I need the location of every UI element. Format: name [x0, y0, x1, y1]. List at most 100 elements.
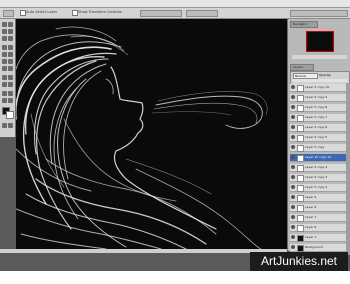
layer-thumbnail [297, 135, 304, 142]
layer-thumbnail [297, 85, 304, 92]
layer-name: Layer 5 copy 7 [305, 115, 328, 119]
align-buttons[interactable] [140, 10, 182, 17]
lock-row[interactable] [293, 79, 347, 82]
layer-name: Layer 5 copy 9 [305, 95, 328, 99]
notes-tool-icon[interactable] [2, 91, 7, 96]
distribute-buttons[interactable] [186, 10, 218, 17]
layer-row[interactable]: Layer 15 copy 14 [290, 154, 346, 162]
hair-artwork [16, 26, 268, 249]
visibility-eye-icon[interactable] [291, 135, 295, 139]
layer-row[interactable]: Layer 5 copy 8 [290, 104, 346, 112]
options-bar: Auto-Select Layer Show Transform Control… [0, 8, 350, 19]
layer-row[interactable]: Layer 5 copy 10 [290, 84, 346, 92]
visibility-eye-icon[interactable] [291, 195, 295, 199]
layer-row[interactable]: Layer 5 copy 6 [290, 124, 346, 132]
layer-name: Layer 9 [305, 195, 317, 199]
opacity-label: Opacity: [319, 73, 332, 77]
layer-thumbnail [297, 105, 304, 112]
dodge-tool-icon[interactable] [8, 66, 13, 71]
layer-name: Layer 5 copy 8 [305, 105, 328, 109]
layers-scrollbar[interactable] [346, 83, 350, 255]
layers-panel-header: Normal Opacity: [290, 71, 350, 85]
navigator-thumbnail[interactable] [306, 31, 334, 52]
layer-name: Layer 5 copy 2 [305, 185, 328, 189]
brush-tool-icon[interactable] [8, 45, 13, 50]
background-color-swatch[interactable] [6, 111, 14, 119]
layer-thumbnail [297, 205, 304, 212]
visibility-eye-icon[interactable] [291, 235, 295, 239]
panel-dock: Navigator Layers Normal Opacity: Layer 5… [287, 19, 350, 263]
document-canvas[interactable] [16, 19, 287, 249]
layer-name: Layer 5 copy 5 [305, 135, 328, 139]
layer-name: Layer 5 copy 3 [305, 175, 328, 179]
layer-row[interactable]: Layer 5 copy 5 [290, 134, 346, 142]
visibility-eye-icon[interactable] [291, 85, 295, 89]
layer-thumbnail [297, 125, 304, 132]
visibility-eye-icon[interactable] [291, 105, 295, 109]
shape-tool-icon[interactable] [8, 82, 13, 87]
screen-mode-icon[interactable] [8, 123, 13, 128]
layer-row[interactable]: Layer 5 copy 3 [290, 174, 346, 182]
layer-name: Layer 5 copy 6 [305, 125, 328, 129]
quick-mask-icon[interactable] [2, 123, 7, 128]
layer-thumbnail [297, 95, 304, 102]
visibility-eye-icon[interactable] [291, 205, 295, 209]
move-tool-preset[interactable] [3, 10, 14, 17]
layers-tab[interactable]: Layers [290, 64, 314, 71]
hand-tool-icon[interactable] [2, 98, 7, 103]
visibility-eye-icon[interactable] [291, 245, 295, 249]
move-tool-icon[interactable] [2, 22, 7, 27]
layer-name: Layer 1 [305, 235, 317, 239]
type-tool-icon[interactable] [8, 75, 13, 80]
layer-row[interactable]: Layer 5 copy 7 [290, 114, 346, 122]
visibility-eye-icon[interactable] [291, 225, 295, 229]
layer-name: Layer 6 [305, 225, 317, 229]
layer-thumbnail [297, 165, 304, 172]
visibility-eye-icon[interactable] [291, 215, 295, 219]
layer-name: Layer 5 copy 4 [305, 165, 328, 169]
menu-bar[interactable] [0, 0, 350, 13]
layer-name: Layer 8 [305, 205, 317, 209]
visibility-eye-icon[interactable] [291, 115, 295, 119]
blur-tool-icon[interactable] [2, 66, 7, 71]
layer-row[interactable]: Layer 6 [290, 224, 346, 232]
clone-stamp-icon[interactable] [2, 52, 7, 57]
workspace-switcher[interactable] [290, 10, 348, 17]
layer-thumbnail [297, 145, 304, 152]
layer-row[interactable]: Layer 9 [290, 194, 346, 202]
layer-name: Layer 15 copy 14 [305, 155, 332, 159]
layer-row[interactable]: Layer 8 [290, 204, 346, 212]
layer-row[interactable]: Layer 1 [290, 234, 346, 242]
eyedropper-icon[interactable] [8, 91, 13, 96]
healing-brush-icon[interactable] [2, 45, 7, 50]
history-brush-icon[interactable] [8, 52, 13, 57]
layer-row[interactable]: Background [290, 244, 346, 252]
layer-thumbnail [297, 195, 304, 202]
lasso-tool-icon[interactable] [2, 29, 7, 34]
visibility-eye-icon[interactable] [291, 145, 295, 149]
layer-row[interactable]: Layer 7 [290, 214, 346, 222]
visibility-eye-icon[interactable] [291, 175, 295, 179]
layer-row[interactable]: Layer 5 copy 2 [290, 184, 346, 192]
visibility-eye-icon[interactable] [291, 165, 295, 169]
magic-wand-icon[interactable] [8, 29, 13, 34]
bottom-margin [0, 271, 350, 284]
slice-tool-icon[interactable] [8, 36, 13, 41]
visibility-eye-icon[interactable] [291, 185, 295, 189]
eraser-tool-icon[interactable] [2, 59, 7, 64]
layer-row[interactable]: Layer 5 copy 4 [290, 164, 346, 172]
marquee-tool-icon[interactable] [8, 22, 13, 27]
zoom-tool-icon[interactable] [8, 98, 13, 103]
visibility-eye-icon[interactable] [291, 95, 295, 99]
crop-tool-icon[interactable] [2, 36, 7, 41]
visibility-eye-icon[interactable] [291, 125, 295, 129]
layer-row[interactable]: Layer 5 copy 9 [290, 94, 346, 102]
pen-tool-icon[interactable] [2, 75, 7, 80]
navigator-zoom-slider[interactable] [292, 55, 347, 59]
layer-thumbnail [297, 115, 304, 122]
layer-row[interactable]: Layer 5 copy [290, 144, 346, 152]
navigator-tab[interactable]: Navigator [290, 21, 318, 28]
visibility-eye-icon[interactable] [291, 155, 295, 159]
gradient-tool-icon[interactable] [8, 59, 13, 64]
path-selection-icon[interactable] [2, 82, 7, 87]
